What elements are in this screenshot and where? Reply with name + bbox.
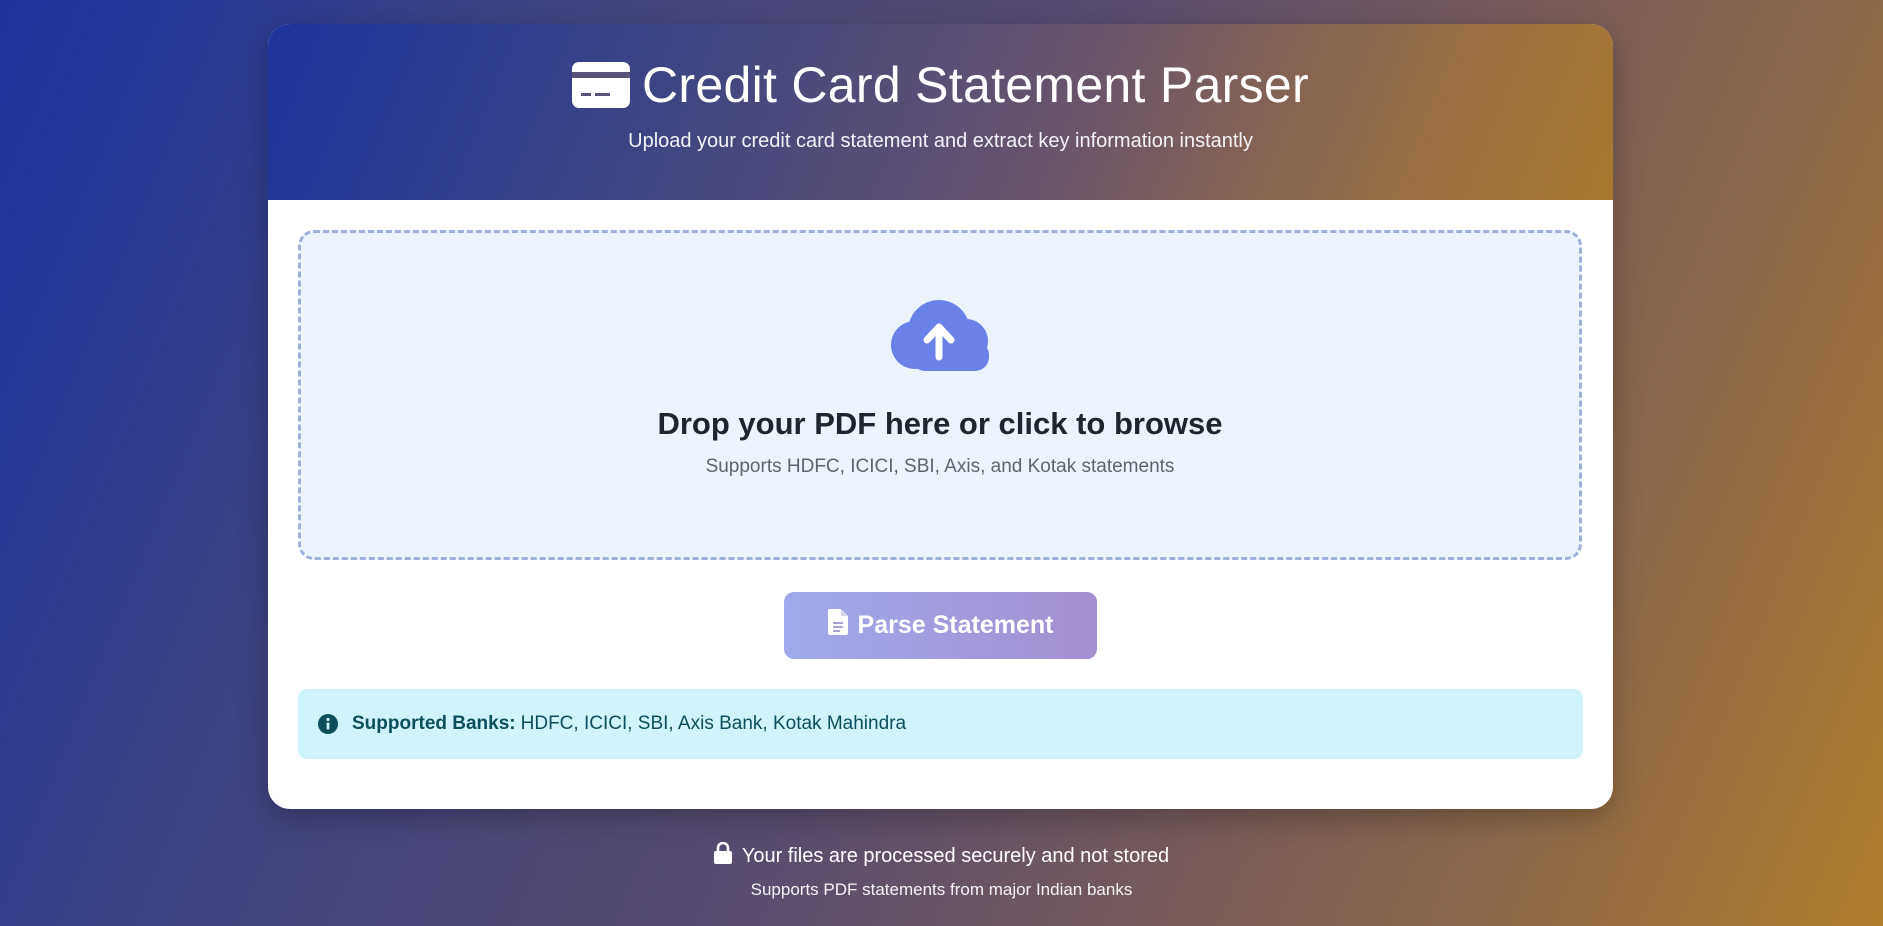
support-note: Supports PDF statements from major India…: [750, 880, 1133, 899]
parser-card: Credit Card Statement Parser Upload your…: [268, 24, 1613, 809]
parse-button-label: Parse Statement: [857, 611, 1054, 639]
lock-icon: [713, 841, 732, 870]
file-icon: [827, 609, 848, 642]
supported-banks-label: Supported Banks:: [352, 713, 516, 734]
pdf-dropzone[interactable]: Drop your PDF here or click to browse Su…: [298, 230, 1582, 560]
card-header: Credit Card Statement Parser Upload your…: [268, 24, 1613, 200]
security-note: Your files are processed securely and no…: [0, 841, 1883, 870]
credit-card-icon: [572, 62, 630, 108]
security-text: Your files are processed securely and no…: [741, 844, 1170, 867]
card-body: Drop your PDF here or click to browse Su…: [268, 200, 1613, 809]
page-title: Credit Card Statement Parser: [642, 57, 1309, 113]
cloud-upload-icon: [889, 299, 991, 376]
dropzone-subtitle: Supports HDFC, ICICI, SBI, Axis, and Kot…: [705, 456, 1175, 477]
footer: Your files are processed securely and no…: [0, 841, 1883, 900]
supported-banks-text: HDFC, ICICI, SBI, Axis Bank, Kotak Mahin…: [520, 713, 907, 734]
page-subtitle: Upload your credit card statement and ex…: [628, 130, 1253, 152]
info-circle-icon: [318, 714, 338, 734]
title-row: Credit Card Statement Parser: [572, 60, 1309, 110]
supported-banks-alert: Supported Banks: HDFC, ICICI, SBI, Axis …: [298, 689, 1583, 759]
parse-statement-button[interactable]: Parse Statement: [784, 592, 1097, 659]
dropzone-title: Drop your PDF here or click to browse: [657, 406, 1223, 441]
